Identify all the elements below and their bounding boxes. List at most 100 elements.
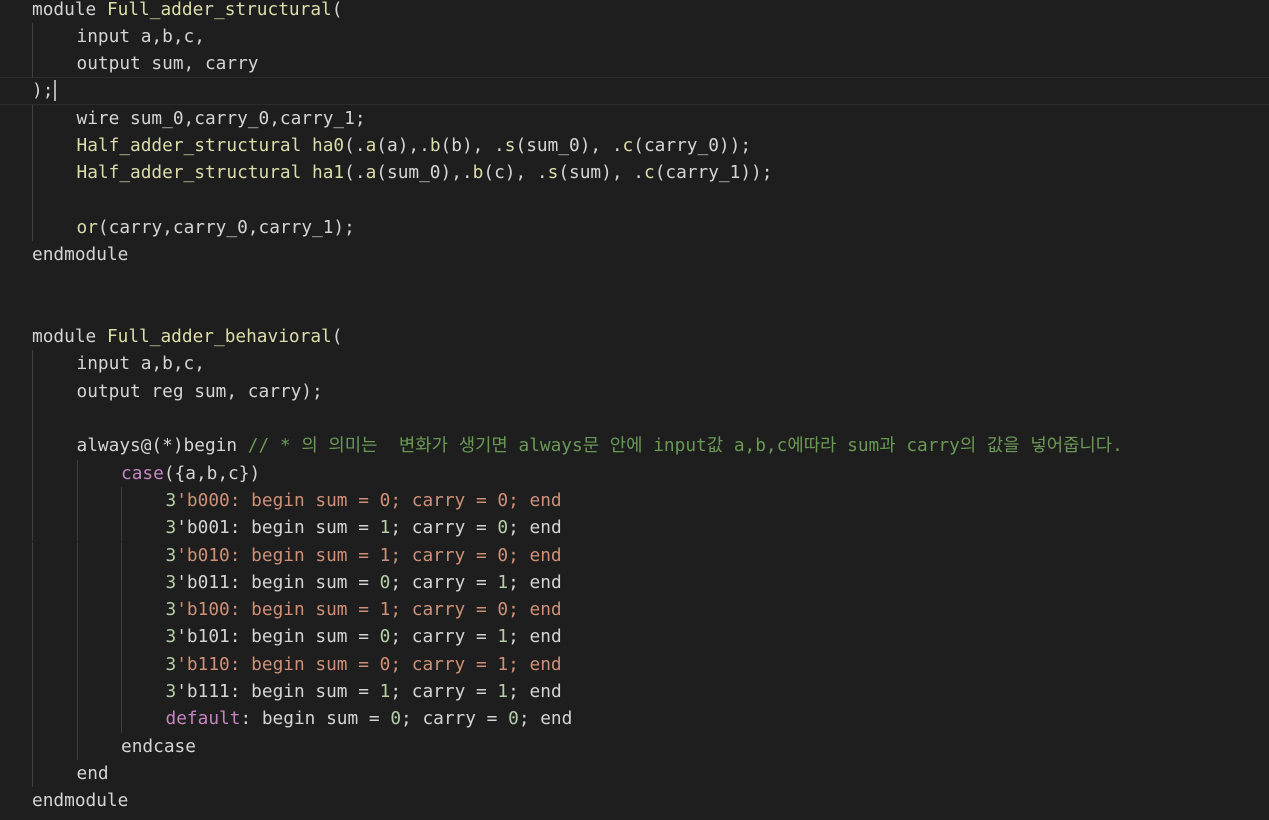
code-line[interactable]: 3'b011: begin sum = 0; carry = 1; end (0, 568, 1269, 597)
code-line[interactable] (0, 296, 1269, 323)
code-text: or(carry,carry_0,carry_1); (77, 214, 355, 241)
code-line[interactable] (0, 186, 1269, 214)
code-control-keyword: case (121, 462, 164, 484)
code-line[interactable]: endmodule (0, 241, 1269, 268)
code-number: 3 (165, 599, 177, 621)
code-text: ); (32, 77, 53, 104)
code-line[interactable]: module Full_adder_behavioral( (0, 323, 1269, 350)
code-comment: 문 (582, 435, 600, 457)
code-line[interactable]: 3'b110: begin sum = 0; carry = 1; end (0, 650, 1269, 678)
indent-guide (32, 213, 33, 242)
indent-guide (32, 759, 33, 788)
code-text: 3'b101: begin sum = 0; carry = 1; end (166, 623, 562, 650)
code-editor[interactable]: module Full_adder_structural(input a,b,c… (0, 0, 1269, 820)
text-cursor (53, 80, 56, 102)
code-keyword: ({a,b,c}) (163, 462, 261, 484)
indent-guide (121, 568, 122, 597)
code-line[interactable]: output reg sum, carry); (0, 377, 1269, 405)
indent-guide (32, 405, 33, 433)
code-number: 0 (379, 571, 391, 593)
code-line[interactable]: module Full_adder_structural( (0, 0, 1269, 23)
code-text: 3'b011: begin sum = 0; carry = 1; end (166, 569, 562, 596)
code-line[interactable]: input a,b,c, (0, 350, 1269, 378)
code-keyword: (sum_0), . (515, 135, 623, 156)
indent-guide (32, 159, 33, 187)
code-text: Half_adder_structural ha1(.a(sum_0),.b(c… (77, 159, 773, 186)
code-line[interactable]: default: begin sum = 0; carry = 0; end (0, 705, 1269, 733)
code-line[interactable]: 3'b010: begin sum = 1; carry = 0; end (0, 541, 1269, 569)
code-line[interactable]: Half_adder_structural ha0(.a(a),.b(b), .… (0, 132, 1269, 160)
code-keyword: ; carry = (390, 571, 498, 593)
code-line[interactable]: always@(*)begin // * 의 의미는 변화가 생기면 alway… (0, 432, 1269, 460)
indent-guide (76, 650, 78, 678)
code-line[interactable]: input a,b,c, (0, 22, 1269, 51)
code-number: 3 (165, 653, 177, 675)
code-keyword: 'b111: begin sum = (176, 681, 380, 702)
code-text: default: begin sum = 0; carry = 0; end (166, 705, 573, 732)
code-line[interactable]: wire sum_0,carry_0,carry_1; (0, 104, 1269, 132)
indent-guide (32, 377, 33, 405)
code-keyword: ; end (508, 681, 562, 702)
indent-guide (121, 541, 122, 569)
code-keyword: end (76, 762, 109, 784)
code-comment: 변화가 (398, 435, 448, 457)
code-line[interactable]: 3'b101: begin sum = 0; carry = 1; end (0, 623, 1269, 651)
code-text: 3'b001: begin sum = 1; carry = 0; end (166, 514, 562, 541)
indent-guide (32, 186, 33, 214)
code-line[interactable]: output sum, carry (0, 50, 1269, 78)
code-number: 3 (165, 517, 177, 539)
code-keyword: ; carry = (390, 517, 498, 539)
code-line[interactable]: 3'b111: begin sum = 1; carry = 1; end (0, 678, 1269, 706)
indent-guide (32, 623, 33, 651)
code-identifier: c (643, 162, 655, 184)
indent-guide (32, 514, 33, 542)
indent-guide (32, 22, 33, 51)
code-text: output sum, carry (77, 50, 259, 77)
code-comment (1020, 435, 1031, 456)
code-text: module Full_adder_behavioral( (32, 323, 342, 350)
indent-guide (32, 50, 33, 78)
code-text: wire sum_0,carry_0,carry_1; (77, 105, 366, 132)
code-line[interactable]: ); (0, 77, 1269, 105)
code-line[interactable] (0, 405, 1269, 433)
code-line[interactable]: Half_adder_structural ha1(.a(sum_0),.b(c… (0, 159, 1269, 187)
code-keyword: always@(*)begin (76, 435, 248, 457)
code-keyword: 'b011: begin sum = (176, 571, 380, 593)
code-keyword: ); (32, 80, 54, 102)
code-keyword: input a,b,c, (76, 353, 205, 375)
code-keyword: (carry_1)); (654, 162, 773, 184)
code-line[interactable]: 3'b001: begin sum = 1; carry = 0; end (0, 514, 1269, 542)
code-line[interactable]: or(carry,carry_0,carry_1); (0, 213, 1269, 242)
code-comment: a,b,c (723, 435, 788, 457)
code-comment: 생기면 (458, 435, 508, 457)
code-number: 3 (165, 489, 177, 511)
code-line[interactable]: 3'b000: begin sum = 0; carry = 0; end (0, 486, 1269, 515)
indent-guide (32, 459, 33, 487)
code-text: always@(*)begin // * 의 의미는 변화가 생기면 alway… (77, 432, 1123, 459)
indent-guide (121, 623, 122, 651)
code-number: 3 (165, 681, 177, 702)
code-line[interactable]: 3'b100: begin sum = 1; carry = 0; end (0, 596, 1269, 624)
code-text: 3'b111: begin sum = 1; carry = 1; end (166, 678, 562, 705)
indent-guide (32, 350, 33, 378)
code-text: case({a,b,c}) (121, 460, 260, 487)
code-comment (377, 435, 398, 456)
code-line[interactable]: endmodule (0, 787, 1269, 814)
code-comment: 의미는 (328, 435, 378, 457)
code-keyword: ; end (508, 626, 562, 648)
code-number: 1 (497, 571, 509, 593)
code-keyword: endmodule (32, 244, 129, 266)
code-text: output reg sum, carry); (77, 378, 323, 405)
code-line[interactable] (0, 269, 1269, 296)
code-identifier: c (622, 135, 634, 156)
code-line[interactable]: end (0, 759, 1269, 788)
code-number: 0 (497, 517, 509, 539)
code-line[interactable]: endcase (0, 732, 1269, 760)
code-keyword: wire sum_0,carry_0,carry_1; (76, 107, 366, 129)
indent-guide (121, 514, 122, 542)
code-line[interactable]: case({a,b,c}) (0, 459, 1269, 487)
code-number: 1 (379, 681, 391, 702)
code-comment: 넣어줍니다 (1030, 435, 1113, 457)
code-keyword: module (32, 0, 107, 20)
code-number: 3 (165, 626, 177, 648)
